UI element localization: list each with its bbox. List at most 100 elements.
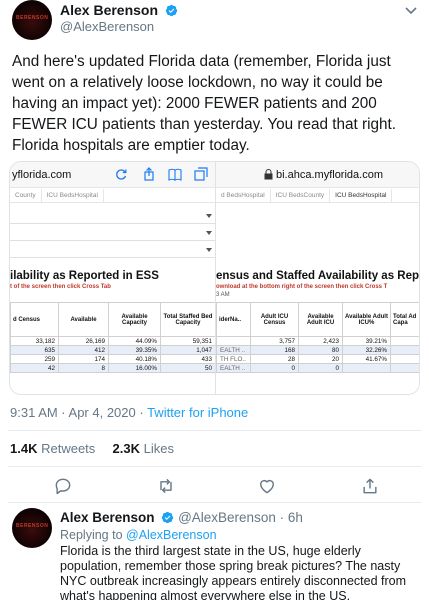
table-cell: 20 xyxy=(298,354,343,364)
verified-badge-icon xyxy=(165,4,178,17)
table-cell xyxy=(390,345,419,355)
table-row: EALTH .. 168 80 32.26% xyxy=(216,345,419,355)
table-cell: 3,757 xyxy=(250,336,299,346)
avatar[interactable]: BERENSON xyxy=(12,508,52,548)
report-tab: d BedsHospital xyxy=(216,189,271,202)
table-cell: 412 xyxy=(58,345,109,355)
report-title: ensus and Staffed Availability as Report xyxy=(216,270,420,282)
chevron-down-icon xyxy=(206,248,212,252)
table-cell: 40.18% xyxy=(108,354,161,364)
table-row: 259 174 40.18% 433 xyxy=(10,354,215,364)
report-title: ilability as Reported in ESS xyxy=(10,270,159,282)
table-header: Available Adult ICU xyxy=(298,302,343,337)
reply-author-name[interactable]: Alex Berenson xyxy=(60,510,155,525)
replying-prefix: Replying to xyxy=(60,528,127,542)
table-cell: 59,351 xyxy=(160,336,215,346)
reply-tweet[interactable]: BERENSON Alex Berenson @AlexBerenson · 6… xyxy=(8,505,421,600)
table-cell: 44.09% xyxy=(108,336,161,346)
report-tabs: d BedsHospital ICU BedsCounty ICU BedsHosp… xyxy=(216,189,419,203)
table-cell: 39.21% xyxy=(342,336,391,346)
lock-icon xyxy=(264,169,273,180)
tweet-source-link[interactable]: Twitter for iPhone xyxy=(147,405,248,420)
table-cell xyxy=(342,363,391,373)
share-icon[interactable] xyxy=(360,476,380,496)
likes-stat[interactable]: 2.3K Likes xyxy=(113,441,174,456)
reply-icon[interactable] xyxy=(53,476,73,496)
mention-link[interactable]: @AlexBerenson xyxy=(126,528,217,542)
tweet-media[interactable]: yflorida.com County ICU BedsHospital ilab… xyxy=(9,161,420,395)
filter-dropdown xyxy=(10,210,215,224)
table-cell: 33,182 xyxy=(10,336,59,346)
filter-dropdown xyxy=(10,227,215,241)
browser-url-bar: yflorida.com xyxy=(10,162,215,188)
retweet-icon[interactable] xyxy=(156,476,176,496)
author-name-text: Alex Berenson xyxy=(60,2,159,18)
table-cell xyxy=(390,354,419,364)
table-cell: EALTH .. xyxy=(216,345,251,355)
table-cell: 0 xyxy=(298,363,343,373)
table-cell: 168 xyxy=(250,345,299,355)
table-cell: 635 xyxy=(10,345,59,355)
likes-label: Likes xyxy=(143,441,174,456)
table-header-row: d Census Available Available Capacity To… xyxy=(10,302,215,337)
report-instructions: ownload at the bottom right of the scree… xyxy=(216,284,388,290)
tweet-actions xyxy=(8,474,421,498)
table-cell: 26,169 xyxy=(58,336,109,346)
table-cell xyxy=(390,336,419,346)
like-icon[interactable] xyxy=(257,476,277,496)
report-tabs: County ICU BedsHospital xyxy=(10,189,215,203)
table-cell xyxy=(390,363,419,373)
tweet-stats: 1.4K Retweets 2.3K Likes xyxy=(10,441,174,456)
tabs-icon xyxy=(194,167,208,181)
table-cell: 32.26% xyxy=(342,345,391,355)
table-cell: 1,047 xyxy=(160,345,215,355)
tweet-time[interactable]: 9:31 AM · Apr 4, 2020 · xyxy=(10,405,147,420)
table-cell: 50 xyxy=(160,363,215,373)
report-instructions: t of the screen then click Cross Tab xyxy=(10,284,111,290)
media-image-left[interactable]: yflorida.com County ICU BedsHospital ilab… xyxy=(10,162,215,394)
table-cell: 39.35% xyxy=(108,345,161,355)
table-cell: 41.67% xyxy=(342,354,391,364)
divider xyxy=(8,466,421,467)
author-handle[interactable]: @AlexBerenson xyxy=(60,19,154,34)
retweets-stat[interactable]: 1.4K Retweets xyxy=(10,441,95,456)
retweets-label: Retweets xyxy=(41,441,96,456)
table-cell: 80 xyxy=(298,345,343,355)
report-tab: ICU BedsHospital xyxy=(330,189,393,202)
table-header: Available xyxy=(58,302,109,337)
browser-url-bar: bi.ahca.myflorida.com xyxy=(216,162,419,188)
tweet-text: And here's updated Florida data (remembe… xyxy=(12,53,397,154)
table-row: 635 412 39.35% 1,047 xyxy=(10,345,215,355)
reload-icon xyxy=(116,169,127,180)
reply-header: Alex Berenson @AlexBerenson · 6h xyxy=(60,510,303,525)
url-text: bi.ahca.myflorida.com xyxy=(276,169,383,181)
more-chevron-icon[interactable] xyxy=(403,2,419,18)
share-icon xyxy=(144,167,154,181)
author-name[interactable]: Alex Berenson xyxy=(60,2,178,18)
table-cell: 259 xyxy=(10,354,59,364)
likes-count: 2.3K xyxy=(112,441,141,456)
report-time: 3 AM xyxy=(216,292,230,298)
report-tab: ICU BedsCounty xyxy=(271,189,331,202)
divider xyxy=(8,502,421,503)
table-header: iderNa.. xyxy=(216,302,251,337)
avatar-logo-text: BERENSON xyxy=(16,523,49,529)
table-row: EALTH .. 0 0 xyxy=(216,363,419,373)
table-header: Total Staffed Bed Capacity xyxy=(160,302,215,337)
replying-to: Replying to @AlexBerenson xyxy=(60,528,217,542)
table-header: d Census xyxy=(10,302,59,337)
data-table: d Census Available Available Capacity To… xyxy=(10,302,215,373)
table-cell: 174 xyxy=(58,354,109,364)
tweet-timestamp: 9:31 AM · Apr 4, 2020 · Twitter for iPho… xyxy=(10,405,248,420)
table-cell: 433 xyxy=(160,354,215,364)
media-image-right[interactable]: bi.ahca.myflorida.com d BedsHospital ICU … xyxy=(216,162,420,394)
reply-meta: @AlexBerenson · 6h xyxy=(178,510,303,525)
table-cell: TH FLO.. xyxy=(216,354,251,364)
chevron-down-icon xyxy=(206,214,212,218)
table-row: 3,757 2,423 39.21% xyxy=(216,336,419,346)
verified-badge-icon xyxy=(162,511,174,524)
url-text: yflorida.com xyxy=(12,169,72,181)
table-header: Available Adult ICU% xyxy=(342,302,391,337)
table-header: Available Capacity xyxy=(108,302,161,337)
avatar[interactable]: BERENSON xyxy=(12,0,52,40)
